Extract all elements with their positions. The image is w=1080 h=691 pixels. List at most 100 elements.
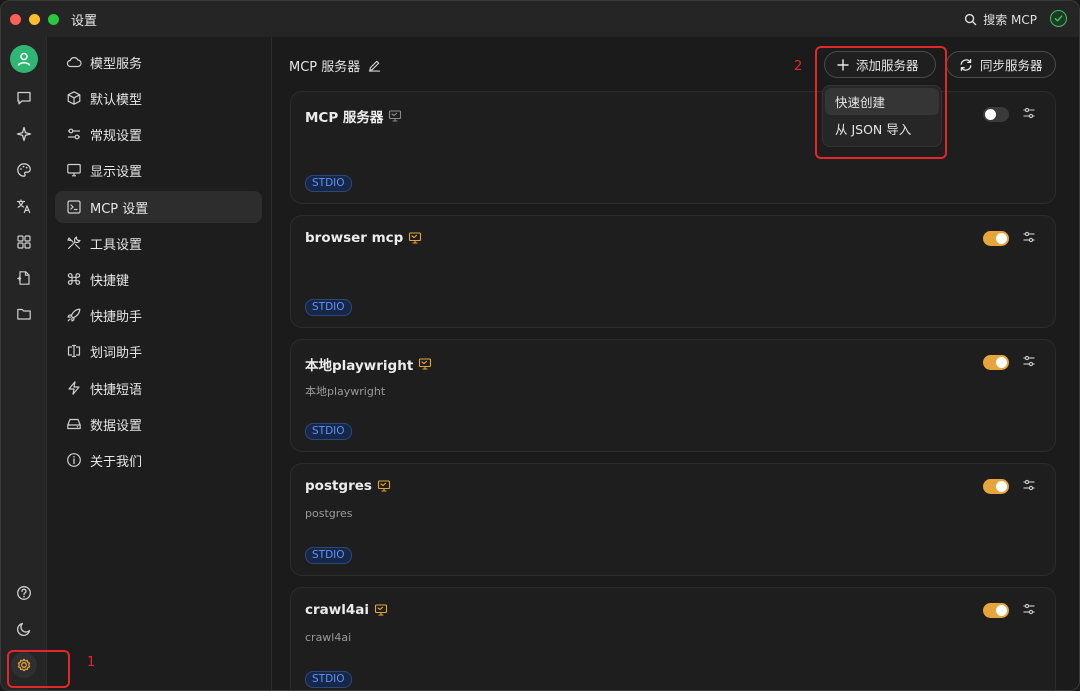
terminal-icon xyxy=(66,199,82,215)
server-enable-toggle[interactable] xyxy=(983,603,1009,618)
nav-item-data-settings[interactable]: 数据设置 xyxy=(55,408,262,440)
cube-icon xyxy=(66,90,82,106)
server-settings-icon[interactable] xyxy=(1022,602,1036,616)
search-icon xyxy=(964,13,977,26)
monitor-icon xyxy=(374,603,388,617)
toggle-knob xyxy=(996,481,1007,492)
server-settings-icon[interactable] xyxy=(1022,230,1036,244)
nav-item-mcp-settings[interactable]: MCP 设置 xyxy=(55,191,262,223)
nav-item-tool-settings[interactable]: 工具设置 xyxy=(55,227,262,259)
nav-label: 快捷短语 xyxy=(90,382,143,398)
close-button[interactable] xyxy=(10,13,21,25)
help-icon[interactable] xyxy=(11,580,37,606)
nav-label: 默认模型 xyxy=(90,92,143,108)
minimize-button[interactable] xyxy=(29,13,40,25)
nav-item-selection-assistant[interactable]: 划词助手 xyxy=(55,335,262,367)
sliders-icon xyxy=(66,126,82,142)
nav-item-quick-phrases[interactable]: 快捷短语 xyxy=(55,372,262,404)
edit-icon[interactable] xyxy=(368,59,381,72)
traffic-lights xyxy=(10,13,59,25)
nav-label: 关于我们 xyxy=(90,454,143,470)
zoom-button[interactable] xyxy=(48,13,59,25)
server-name-text: MCP 服务器 xyxy=(305,110,384,126)
monitor-icon xyxy=(418,357,432,371)
server-enable-toggle[interactable] xyxy=(983,231,1009,246)
server-type-badge: STDIO xyxy=(305,671,352,688)
server-name: MCP 服务器 xyxy=(305,106,402,126)
title-bar: 设置 搜索 MCP xyxy=(1,1,1079,37)
chat-icon[interactable] xyxy=(11,85,37,111)
settings-window: 设置 搜索 MCP 模型服务 默认模型 常规设置 显示设置 MCP 设置 工具设… xyxy=(0,0,1080,691)
nav-label: 快捷键 xyxy=(90,273,130,289)
monitor-icon xyxy=(388,109,402,123)
nav-label: 工具设置 xyxy=(90,237,143,253)
server-name-text: browser mcp xyxy=(305,230,404,246)
nav-item-default-model[interactable]: 默认模型 xyxy=(55,82,262,114)
server-card[interactable]: crawl4ai crawl4ai STDIO xyxy=(290,587,1056,690)
sync-icon xyxy=(959,58,973,72)
annotation-number-1: 1 xyxy=(87,655,96,670)
info-icon xyxy=(66,452,82,468)
sparkle-icon[interactable] xyxy=(11,121,37,147)
nav-label: 常规设置 xyxy=(90,128,143,144)
nav-item-general-settings[interactable]: 常规设置 xyxy=(55,118,262,150)
nav-label: 模型服务 xyxy=(90,56,143,72)
server-settings-icon[interactable] xyxy=(1022,106,1036,120)
drive-icon xyxy=(66,416,82,432)
server-card[interactable]: 本地playwright 本地playwright STDIO xyxy=(290,339,1056,452)
moon-icon[interactable] xyxy=(11,616,37,642)
server-enable-toggle[interactable] xyxy=(983,355,1009,370)
sync-servers-label: 同步服务器 xyxy=(980,58,1043,73)
command-icon xyxy=(66,271,82,287)
user-avatar[interactable] xyxy=(10,45,38,73)
server-enable-toggle[interactable] xyxy=(983,107,1009,122)
nav-label: 数据设置 xyxy=(90,418,143,434)
settings-nav: 模型服务 默认模型 常规设置 显示设置 MCP 设置 工具设置 快捷键 快捷助手… xyxy=(47,37,272,690)
nav-label: 划词助手 xyxy=(90,345,143,361)
server-card[interactable]: postgres postgres STDIO xyxy=(290,463,1056,576)
rocket-icon xyxy=(66,307,82,323)
server-name: crawl4ai xyxy=(305,602,388,618)
palette-icon[interactable] xyxy=(11,157,37,183)
cloud-icon xyxy=(66,54,82,70)
server-enable-toggle[interactable] xyxy=(983,479,1009,494)
nav-label: MCP 设置 xyxy=(90,201,149,217)
server-settings-icon[interactable] xyxy=(1022,354,1036,368)
text-cursor-icon xyxy=(66,343,82,359)
search-mcp-label: 搜索 MCP xyxy=(983,13,1037,27)
annotation-box-add-server xyxy=(815,46,947,159)
folder-icon[interactable] xyxy=(11,301,37,327)
nav-item-model-service[interactable]: 模型服务 xyxy=(55,46,262,78)
monitor-icon xyxy=(377,479,391,493)
tools-icon xyxy=(66,235,82,251)
annotation-box-settings xyxy=(7,650,70,688)
toggle-knob xyxy=(996,605,1007,616)
server-settings-icon[interactable] xyxy=(1022,478,1036,492)
server-name: postgres xyxy=(305,478,391,494)
document-icon[interactable] xyxy=(11,265,37,291)
toggle-knob xyxy=(985,109,996,120)
search-mcp-button[interactable]: 搜索 MCP xyxy=(964,11,1037,28)
status-check-icon[interactable] xyxy=(1050,10,1067,27)
toggle-knob xyxy=(996,233,1007,244)
server-type-badge: STDIO xyxy=(305,547,352,564)
nav-item-display-settings[interactable]: 显示设置 xyxy=(55,154,262,186)
server-type-badge: STDIO xyxy=(305,423,352,440)
nav-item-quick-assistant[interactable]: 快捷助手 xyxy=(55,299,262,331)
server-type-badge: STDIO xyxy=(305,175,352,192)
annotation-number-2: 2 xyxy=(794,59,803,74)
nav-item-about-us[interactable]: 关于我们 xyxy=(55,444,262,476)
server-description: crawl4ai xyxy=(305,631,352,644)
server-description: 本地playwright xyxy=(305,385,386,398)
translate-icon[interactable] xyxy=(11,193,37,219)
page-title-text: MCP 服务器 xyxy=(289,60,361,75)
nav-item-shortcuts[interactable]: 快捷键 xyxy=(55,263,262,295)
monitor-icon xyxy=(66,162,82,178)
server-card[interactable]: browser mcp STDIO xyxy=(290,215,1056,328)
server-description: postgres xyxy=(305,507,353,520)
main-panel: MCP 服务器 添加服务器 同步服务器 MCP 服务器 STDIO browse… xyxy=(273,37,1079,690)
apps-icon[interactable] xyxy=(11,229,37,255)
server-name-text: postgres xyxy=(305,478,372,494)
sync-servers-button[interactable]: 同步服务器 xyxy=(946,51,1056,78)
window-title: 设置 xyxy=(71,13,98,29)
